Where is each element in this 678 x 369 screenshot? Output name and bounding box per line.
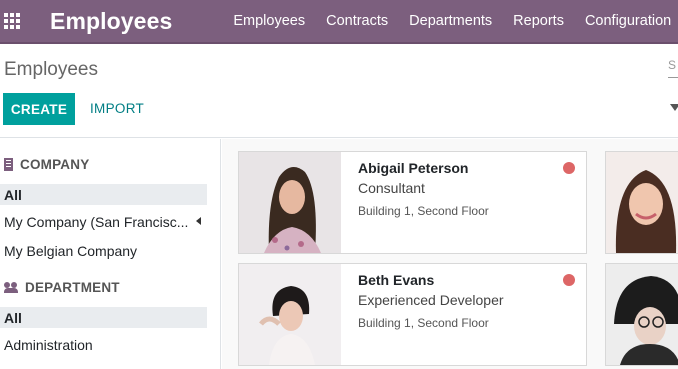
department-section-header: DEPARTMENT <box>4 280 120 295</box>
menu-item-departments[interactable]: Departments <box>409 13 492 29</box>
presence-status-icon <box>563 162 575 174</box>
import-button[interactable]: IMPORT <box>90 101 144 116</box>
company-item-label: My Company (San Francisc... <box>4 213 189 230</box>
menu-item-employees[interactable]: Employees <box>233 13 305 29</box>
company-header-label: COMPANY <box>20 157 90 172</box>
employee-photo <box>239 264 341 365</box>
employee-location: Building 1, Second Floor <box>358 316 489 330</box>
apps-menu-button[interactable] <box>0 0 20 43</box>
top-navbar: Employees Employees Contracts Department… <box>0 0 678 44</box>
search-panel-sidebar: COMPANY All My Company (San Francisc... … <box>0 139 221 369</box>
control-panel: Employees S CREATE IMPORT <box>0 46 678 138</box>
search-input[interactable]: S <box>668 58 678 78</box>
company-item-all[interactable]: All <box>0 184 207 205</box>
employee-card-partial[interactable] <box>605 263 678 366</box>
presence-status-icon <box>563 274 575 286</box>
main-menu: Employees Contracts Departments Reports … <box>233 13 678 29</box>
employee-name: Beth Evans <box>358 272 435 288</box>
department-header-label: DEPARTMENT <box>25 280 120 295</box>
employee-job-title: Consultant <box>358 180 425 196</box>
employee-job-title: Experienced Developer <box>358 292 504 308</box>
caret-left-icon[interactable] <box>196 217 201 225</box>
department-item-all[interactable]: All <box>0 307 207 328</box>
employee-name: Abigail Peterson <box>358 160 469 176</box>
menu-item-contracts[interactable]: Contracts <box>326 13 388 29</box>
company-item-belgian[interactable]: My Belgian Company <box>0 240 207 261</box>
employee-location: Building 1, Second Floor <box>358 204 489 218</box>
breadcrumb: Employees <box>4 59 98 80</box>
filter-icon[interactable] <box>670 104 678 111</box>
app-title[interactable]: Employees <box>50 8 172 35</box>
employee-photo <box>606 152 678 253</box>
employee-card[interactable]: Abigail Peterson Consultant Building 1, … <box>238 151 587 254</box>
department-item-administration[interactable]: Administration <box>0 334 207 355</box>
employee-card-partial[interactable] <box>605 151 678 254</box>
employee-photo <box>239 152 341 253</box>
company-section-header: COMPANY <box>4 157 89 172</box>
building-icon <box>4 158 13 171</box>
employee-photo <box>606 264 678 365</box>
employee-card[interactable]: Beth Evans Experienced Developer Buildin… <box>238 263 587 366</box>
users-icon <box>4 282 18 293</box>
apps-grid-icon <box>4 13 20 29</box>
create-button[interactable]: CREATE <box>3 93 75 125</box>
menu-item-configuration[interactable]: Configuration <box>585 13 671 29</box>
menu-item-reports[interactable]: Reports <box>513 13 564 29</box>
kanban-view: Abigail Peterson Consultant Building 1, … <box>222 139 678 369</box>
company-item-my-company[interactable]: My Company (San Francisc... <box>0 211 207 232</box>
